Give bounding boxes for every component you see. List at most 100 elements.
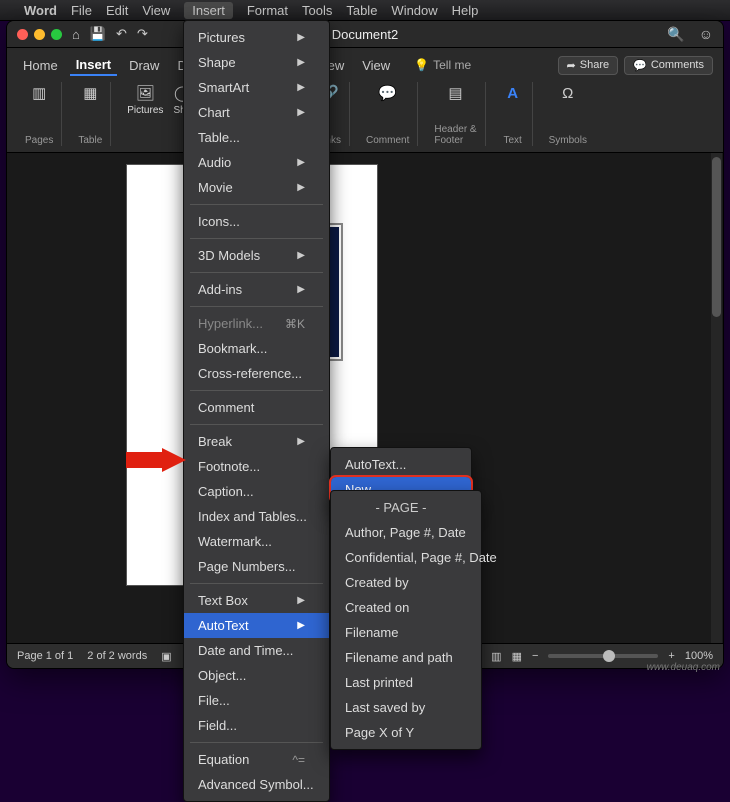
ribbon-label-text: Text [503,135,521,146]
menu-3dmodels[interactable]: 3D Models▶ [184,243,329,268]
menu-hyperlink[interactable]: Hyperlink...⌘K [184,311,329,336]
menu-audio[interactable]: Audio▶ [184,150,329,175]
menubar-table[interactable]: Table [346,3,377,18]
submenu-last-saved-by[interactable]: Last saved by [331,695,481,720]
menubar-view[interactable]: View [142,3,170,18]
menu-watermark[interactable]: Watermark... [184,529,329,554]
menu-object[interactable]: Object... [184,663,329,688]
menu-field[interactable]: Field... [184,713,329,738]
menu-bookmark[interactable]: Bookmark... [184,336,329,361]
ribbon-group-comment: 💬 Comment [358,82,418,146]
menu-caption[interactable]: Caption... [184,479,329,504]
submenu-filename-path[interactable]: Filename and path [331,645,481,670]
view-web-icon[interactable]: ▦ [512,650,522,663]
scrollbar-thumb[interactable] [712,157,721,317]
status-page[interactable]: Page 1 of 1 [17,650,73,662]
zoom-slider-knob[interactable] [603,650,615,662]
zoom-in-button[interactable]: + [668,650,674,662]
menu-addins[interactable]: Add-ins▶ [184,277,329,302]
view-print-icon[interactable]: ▥ [491,650,501,663]
menu-advsymbol[interactable]: Advanced Symbol... [184,772,329,797]
menu-smartart[interactable]: SmartArt▶ [184,75,329,100]
zoom-out-button[interactable]: − [532,650,538,662]
text-button[interactable]: A [502,82,524,104]
menu-indextables[interactable]: Index and Tables... [184,504,329,529]
menu-pagenumbers[interactable]: Page Numbers... [184,554,329,579]
menu-shape[interactable]: Shape▶ [184,50,329,75]
titlebar: ⌂ 💾 ↶ ↷ Document2 🔍 ☺︎ [7,21,723,48]
chevron-right-icon: ▶ [297,82,305,93]
share-button[interactable]: ➦ Share [558,56,619,75]
submenu-created-on[interactable]: Created on [331,595,481,620]
chevron-right-icon: ▶ [297,107,305,118]
menubar-tools[interactable]: Tools [302,3,332,18]
pictures-button[interactable]: 🖼Pictures [127,82,163,116]
chevron-right-icon: ▶ [297,32,305,43]
table-icon: ▦ [79,82,101,104]
submenu-author-page-date[interactable]: Author, Page #, Date [331,520,481,545]
menu-equation[interactable]: Equation^= [184,747,329,772]
symbols-button[interactable]: Ω [557,82,579,104]
close-window-button[interactable] [17,29,28,40]
menubar-help[interactable]: Help [452,3,479,18]
comments-button[interactable]: 💬 Comments [624,56,713,75]
menu-hyperlink-shortcut: ⌘K [285,317,305,331]
menu-pictures[interactable]: Pictures▶ [184,25,329,50]
minimize-window-button[interactable] [34,29,45,40]
menubar-insert[interactable]: Insert [184,2,233,19]
zoom-window-button[interactable] [51,29,62,40]
menu-icons[interactable]: Icons... [184,209,329,234]
user-menu-icon[interactable]: ☺︎ [699,26,713,42]
menu-chart[interactable]: Chart▶ [184,100,329,125]
tab-home[interactable]: Home [17,56,64,75]
menu-file[interactable]: File... [184,688,329,713]
pages-button[interactable]: ▥ [28,82,50,104]
menubar-app-name[interactable]: Word [24,3,57,18]
menu-table[interactable]: Table... [184,125,329,150]
text-icon: A [502,82,524,104]
menu-textbox[interactable]: Text Box▶ [184,588,329,613]
menu-break[interactable]: Break▶ [184,429,329,454]
window-controls [17,29,62,40]
status-spellcheck-icon[interactable]: ▣ [161,650,171,663]
menubar-file[interactable]: File [71,3,92,18]
menu-movie[interactable]: Movie▶ [184,175,329,200]
menu-datetime[interactable]: Date and Time... [184,638,329,663]
search-icon[interactable]: 🔍 [667,26,684,43]
tab-draw[interactable]: Draw [123,56,165,75]
vertical-scrollbar[interactable] [711,153,722,643]
tab-insert[interactable]: Insert [70,55,117,76]
comment-button[interactable]: 💬 [377,82,399,104]
zoom-slider[interactable] [548,654,658,658]
zoom-level[interactable]: 100% [685,650,713,662]
submenu-page-x-of-y[interactable]: Page X of Y [331,720,481,745]
menubar-window[interactable]: Window [391,3,437,18]
submenu-created-by[interactable]: Created by [331,570,481,595]
menu-footnote[interactable]: Footnote... [184,454,329,479]
menu-comment[interactable]: Comment [184,395,329,420]
menu-autotext[interactable]: AutoText▶ [184,613,329,638]
tell-me-search[interactable]: 💡 Tell me [414,58,471,72]
submenu-filename[interactable]: Filename [331,620,481,645]
menubar-edit[interactable]: Edit [106,3,128,18]
chevron-right-icon: ▶ [297,182,305,193]
chevron-right-icon: ▶ [297,284,305,295]
tab-view[interactable]: View [356,56,396,75]
ribbon: ▥ Pages ▦ Table 🖼Pictures ◯Sha ⊞ ins 🎞 M… [7,78,723,153]
qat-undo-icon[interactable]: ↶ [116,26,127,42]
menu-crossref[interactable]: Cross-reference... [184,361,329,386]
comment-icon: 💬 [377,82,399,104]
header-footer-button[interactable]: ▤ [444,82,466,104]
macos-menubar: Word File Edit View Insert Format Tools … [0,0,730,21]
menubar-format[interactable]: Format [247,3,288,18]
status-words[interactable]: 2 of 2 words [87,650,147,662]
submenu-last-printed[interactable]: Last printed [331,670,481,695]
submenu-confidential[interactable]: Confidential, Page #, Date [331,545,481,570]
submenu-autotext[interactable]: AutoText... [331,452,471,477]
qat-home-icon[interactable]: ⌂ [72,27,80,42]
qat-save-icon[interactable]: 💾 [90,26,106,42]
table-button[interactable]: ▦ [79,82,101,104]
qat-redo-icon[interactable]: ↷ [137,26,148,42]
ribbon-group-pages: ▥ Pages [17,82,62,146]
pictures-icon: 🖼 [134,82,156,104]
